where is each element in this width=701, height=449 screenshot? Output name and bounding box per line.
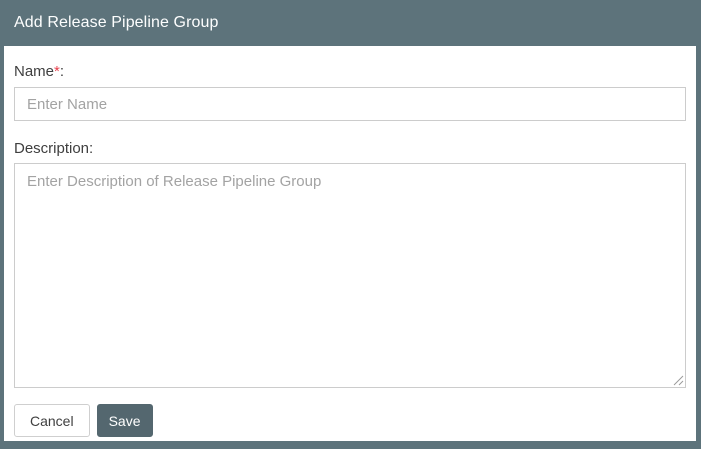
name-label-text: Name [14, 63, 54, 80]
dialog-body: Name*: Description: Cancel Save [4, 46, 696, 441]
description-label-text: Description [14, 140, 89, 157]
description-label: Description: [14, 140, 686, 158]
name-label-colon: : [60, 63, 64, 80]
add-release-pipeline-group-dialog: Add Release Pipeline Group Name*: Descri… [0, 0, 701, 449]
name-input[interactable] [14, 87, 686, 121]
dialog-header: Add Release Pipeline Group [0, 0, 701, 46]
resize-handle-icon[interactable] [673, 375, 684, 386]
save-button[interactable]: Save [97, 404, 153, 437]
description-textarea-wrap [14, 163, 686, 388]
name-label: Name*: [14, 63, 686, 81]
dialog-title: Add Release Pipeline Group [14, 14, 219, 32]
description-textarea[interactable] [14, 163, 686, 388]
cancel-button[interactable]: Cancel [14, 404, 90, 437]
dialog-button-row: Cancel Save [14, 404, 686, 437]
description-label-colon: : [89, 140, 93, 157]
